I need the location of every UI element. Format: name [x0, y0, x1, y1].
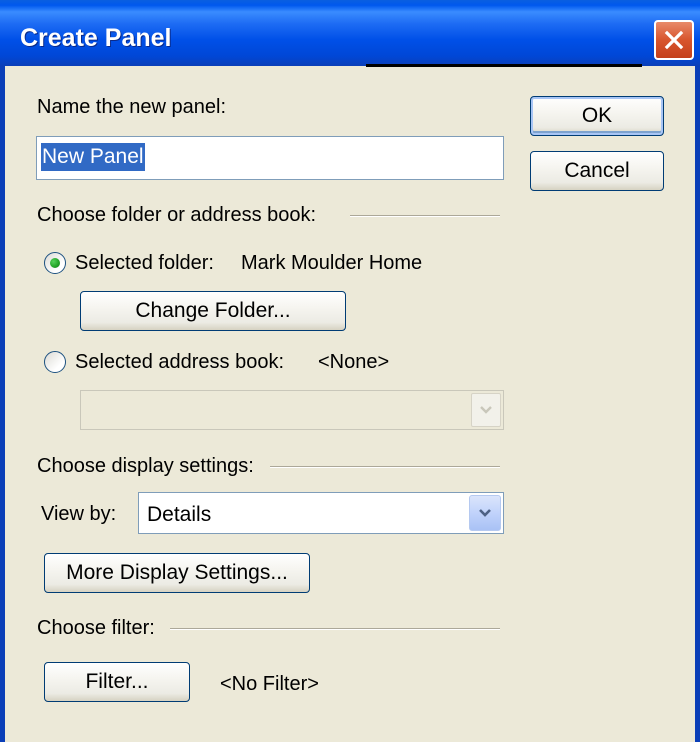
folder-group-heading: Choose folder or address book:: [37, 204, 317, 226]
more-display-settings-button[interactable]: More Display Settings...: [44, 553, 310, 593]
display-group-heading: Choose display settings:: [37, 455, 254, 477]
display-group-divider: [270, 466, 500, 468]
radio-checked-dot: [50, 258, 60, 268]
close-icon: [664, 30, 684, 50]
chevron-down-icon: [479, 509, 491, 517]
folder-group-divider: [350, 215, 500, 217]
window-title: Create Panel: [20, 24, 172, 52]
address-book-dropdown: [80, 390, 504, 430]
selected-folder-label[interactable]: Selected folder:: [75, 253, 214, 273]
view-by-select[interactable]: Details: [138, 492, 504, 534]
window-frame-right: [695, 66, 700, 742]
filter-status: <No Filter>: [220, 673, 319, 695]
title-bar-edge: [366, 64, 642, 67]
title-bar: Create Panel: [0, 0, 700, 66]
view-by-label: View by:: [41, 503, 117, 525]
window-frame-left: [0, 66, 5, 742]
cancel-button[interactable]: Cancel: [530, 151, 664, 191]
panel-name-input[interactable]: New Panel: [36, 136, 504, 180]
ok-button[interactable]: OK: [530, 96, 664, 136]
filter-group-divider: [170, 628, 500, 630]
filter-button[interactable]: Filter...: [44, 662, 190, 702]
address-book-dropdown-arrow: [471, 393, 501, 427]
selected-address-book-value: <None>: [318, 351, 390, 373]
filter-group-heading: Choose filter:: [37, 617, 155, 639]
panel-name-label: Name the new panel:: [37, 96, 227, 118]
view-by-value: Details: [147, 503, 212, 526]
panel-name-value: New Panel: [41, 143, 145, 171]
change-folder-button[interactable]: Change Folder...: [80, 291, 346, 331]
chevron-down-icon: [480, 406, 492, 414]
close-button[interactable]: [654, 20, 694, 60]
view-by-dropdown-arrow[interactable]: [469, 495, 501, 531]
selected-address-book-label[interactable]: Selected address book:: [75, 352, 284, 372]
selected-folder-value: Mark Moulder Home: [241, 252, 423, 274]
selected-folder-radio[interactable]: [44, 252, 66, 274]
selected-address-book-radio[interactable]: [44, 351, 66, 373]
